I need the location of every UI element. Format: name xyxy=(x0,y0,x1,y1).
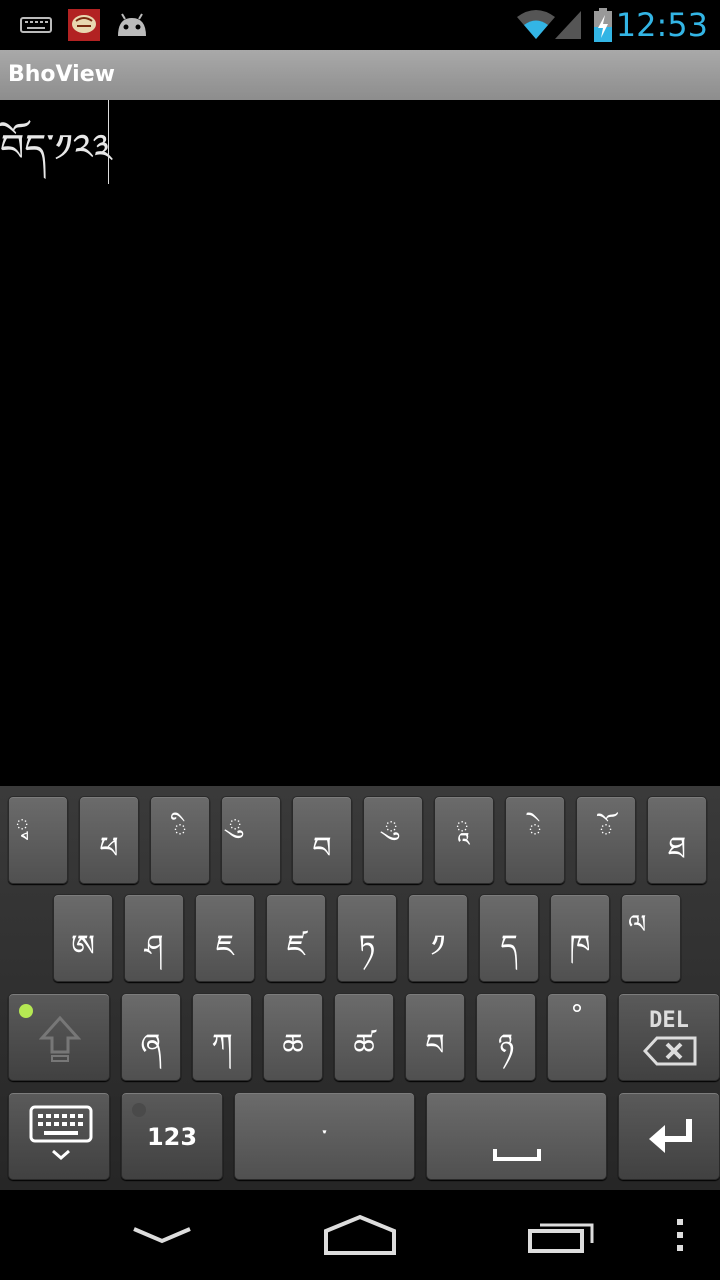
back-icon[interactable] xyxy=(120,1190,204,1280)
key-row1-9[interactable]: ོ xyxy=(576,796,636,884)
key-row2-7[interactable]: ད xyxy=(479,894,539,982)
battery-charging-icon xyxy=(590,0,616,50)
keyboard-icon xyxy=(18,0,54,50)
key-row1-3[interactable]: ི xyxy=(150,796,210,884)
symbols-indicator-led xyxy=(132,1103,146,1117)
space-bar-icon xyxy=(493,1147,541,1167)
key-row3-1[interactable]: ཞ xyxy=(121,993,181,1081)
app-title: BhoView xyxy=(8,62,115,87)
backspace-icon xyxy=(642,1036,697,1070)
recent-apps-icon[interactable] xyxy=(520,1190,604,1280)
key-row1-6[interactable]: ུ xyxy=(363,796,423,884)
key-row1-4[interactable]: ུ xyxy=(221,796,281,884)
space-key[interactable] xyxy=(426,1092,607,1180)
key-row2-2[interactable]: ཤ xyxy=(124,894,184,982)
symbols-label: 123 xyxy=(146,1123,198,1151)
key-row1-10[interactable]: ཐ xyxy=(647,796,707,884)
key-row3-5[interactable]: བ xyxy=(405,993,465,1081)
signal-icon xyxy=(552,0,584,50)
key-row1-2[interactable]: ཕ xyxy=(79,796,139,884)
navigation-bar xyxy=(0,1190,720,1280)
key-row2-9[interactable]: ལ xyxy=(621,894,681,982)
android-debug-icon xyxy=(112,0,152,50)
shift-arrow-icon xyxy=(38,1014,82,1068)
action-bar: BhoView xyxy=(0,50,720,100)
key-row2-4[interactable]: ཛ xyxy=(266,894,326,982)
text-editor[interactable]: བོད་༡༢༣ xyxy=(0,100,720,786)
status-bar: 12:53 xyxy=(0,0,720,50)
delete-key[interactable]: DEL xyxy=(618,993,720,1081)
key-row2-8[interactable]: ཁ xyxy=(550,894,610,982)
key-row1-7[interactable]: ཱ xyxy=(434,796,494,884)
tsheg-key[interactable]: ་ xyxy=(234,1092,415,1180)
key-row2-1[interactable]: ཨ xyxy=(53,894,113,982)
text-cursor xyxy=(108,100,109,184)
key-row3-3[interactable]: ཆ xyxy=(263,993,323,1081)
shift-indicator-led xyxy=(19,1004,33,1018)
delete-label: DEL xyxy=(649,1008,689,1033)
key-row1-5[interactable]: བ xyxy=(292,796,352,884)
key-row1-8[interactable]: ེ xyxy=(505,796,565,884)
key-row3-4[interactable]: ཚ xyxy=(334,993,394,1081)
editor-text: བོད་༡༢༣ xyxy=(0,126,113,170)
key-row2-5[interactable]: ཏ xyxy=(337,894,397,982)
key-row3-2[interactable]: ཀ xyxy=(192,993,252,1081)
menu-icon[interactable] xyxy=(660,1190,700,1280)
shift-key[interactable] xyxy=(8,993,110,1081)
key-row2-6[interactable]: ༡ xyxy=(408,894,468,982)
key-row3-6[interactable]: ཉ xyxy=(476,993,536,1081)
app-notification-icon xyxy=(66,0,102,50)
enter-arrow-icon xyxy=(647,1117,695,1161)
status-clock: 12:53 xyxy=(615,6,708,44)
keyboard-switch-key[interactable] xyxy=(8,1092,110,1180)
enter-key[interactable] xyxy=(618,1092,720,1180)
symbols-key[interactable]: 123 xyxy=(121,1092,223,1180)
soft-keyboard: ྭ ཕ ི ུ བ ུ ཱ ེ ོ ཐ ཨ ཤ ཇ ཛ ཏ ༡ ད ཁ ལ ཞ … xyxy=(0,786,720,1190)
home-icon[interactable] xyxy=(318,1190,402,1280)
keyboard-hide-icon xyxy=(29,1105,93,1167)
screen: { "status_bar": { "time": "12:53", "icon… xyxy=(0,0,720,1280)
key-row3-7[interactable]: ° xyxy=(547,993,607,1081)
key-row2-3[interactable]: ཇ xyxy=(195,894,255,982)
key-row1-1[interactable]: ྭ xyxy=(8,796,68,884)
